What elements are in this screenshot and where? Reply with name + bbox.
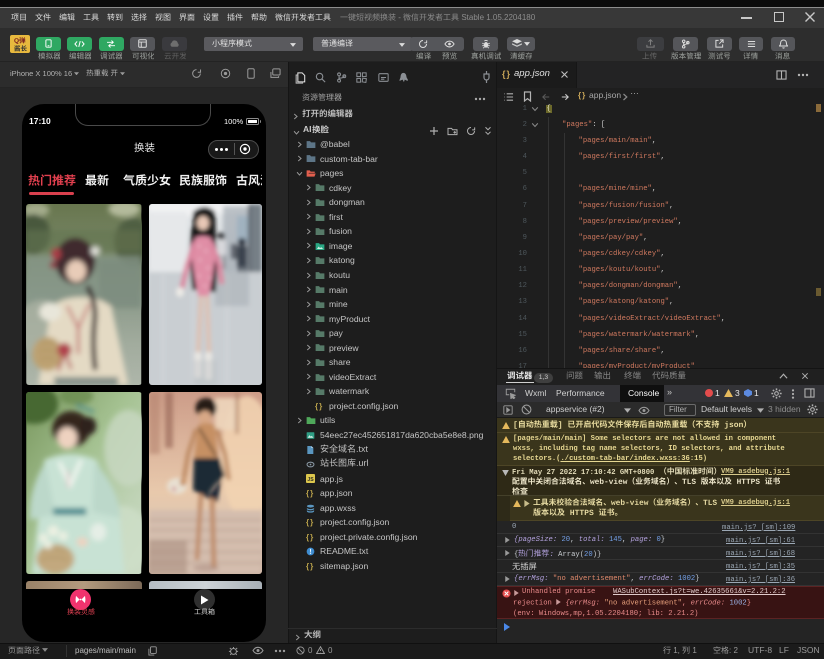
svg-text:JS: JS — [307, 478, 314, 484]
